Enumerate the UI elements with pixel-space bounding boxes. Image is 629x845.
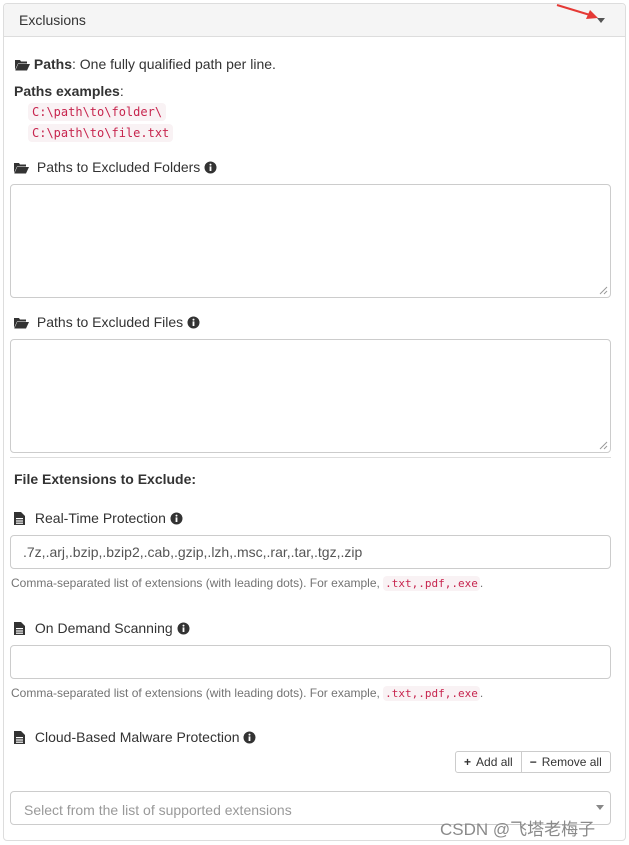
paths-heading: Paths: One fully qualified path per line… (15, 56, 276, 72)
info-circle-icon[interactable] (170, 512, 183, 525)
realtime-label: Real-Time Protection (14, 510, 183, 526)
help-suffix: . (479, 686, 484, 700)
paths-examples-colon: : (119, 83, 124, 99)
cloud-text: Cloud-Based Malware Protection (34, 729, 240, 745)
chevron-down-icon[interactable] (596, 805, 604, 810)
folder-open-icon (15, 60, 30, 71)
realtime-extensions-value: .7z,.arj,.bzip,.bzip2,.cab,.gzip,.lzh,.m… (23, 544, 363, 560)
excluded-files-textarea[interactable] (10, 339, 611, 453)
paths-examples-label: Paths examples: (14, 83, 124, 99)
panel-title: Exclusions (19, 12, 86, 28)
file-icon (14, 512, 25, 525)
cloud-button-group: + Add all − Remove all (455, 751, 611, 773)
excluded-folders-text: Paths to Excluded Folders (36, 159, 201, 175)
select-placeholder: Select from the list of supported extens… (24, 802, 292, 818)
annotation-arrow-icon (556, 4, 598, 19)
excluded-folders-label: Paths to Excluded Folders (14, 159, 217, 175)
path-example-code: C:\path\to\file.txt (28, 124, 174, 142)
file-icon (14, 622, 25, 635)
file-icon (14, 731, 25, 744)
path-example-code: C:\path\to\folder\ (28, 103, 167, 121)
paths-examples-bold: Paths examples (14, 83, 120, 99)
help-prefix: Comma-separated list of extensions (with… (11, 686, 384, 700)
info-circle-icon[interactable] (204, 161, 217, 174)
excluded-folders-textarea[interactable] (10, 184, 611, 298)
remove-all-label: Remove all (541, 755, 602, 769)
paths-heading-bold: Paths (33, 56, 73, 72)
realtime-text: Real-Time Protection (34, 510, 166, 526)
help-suffix: . (479, 576, 484, 590)
info-circle-icon[interactable] (187, 316, 200, 329)
folder-open-icon (14, 318, 29, 329)
path-example-file: C:\path\to\file.txt (28, 124, 174, 142)
remove-all-button[interactable]: − Remove all (521, 751, 611, 773)
excluded-files-label: Paths to Excluded Files (14, 314, 200, 330)
help-example-code: .txt,.pdf,.exe (383, 576, 480, 591)
add-all-button[interactable]: + Add all (455, 751, 522, 773)
ondemand-label: On Demand Scanning (14, 620, 190, 636)
folder-open-icon (14, 163, 29, 174)
plus-icon: + (464, 755, 472, 769)
ondemand-text: On Demand Scanning (34, 620, 173, 636)
path-example-folder: C:\path\to\folder\ (28, 103, 167, 121)
minus-icon: − (529, 755, 537, 769)
help-prefix: Comma-separated list of extensions (with… (11, 576, 384, 590)
extensions-heading: File Extensions to Exclude: (14, 471, 197, 487)
realtime-help-text: Comma-separated list of extensions (with… (11, 576, 484, 591)
help-example-code: .txt,.pdf,.exe (383, 686, 480, 701)
add-all-label: Add all (476, 755, 513, 769)
excluded-files-text: Paths to Excluded Files (36, 314, 184, 330)
resize-grip-icon[interactable] (599, 441, 608, 450)
section-divider (10, 457, 611, 458)
info-circle-icon[interactable] (243, 731, 256, 744)
ondemand-help-text: Comma-separated list of extensions (with… (11, 686, 484, 701)
panel-header[interactable]: Exclusions (4, 4, 625, 37)
info-circle-icon[interactable] (177, 622, 190, 635)
paths-heading-text: : One fully qualified path per line. (72, 56, 276, 72)
watermark: CSDN @飞塔老梅子 (440, 820, 596, 839)
realtime-extensions-input[interactable]: .7z,.arj,.bzip,.bzip2,.cab,.gzip,.lzh,.m… (10, 535, 611, 569)
ondemand-extensions-input[interactable] (10, 645, 611, 679)
cloud-label: Cloud-Based Malware Protection (14, 729, 256, 745)
resize-grip-icon[interactable] (599, 286, 608, 295)
